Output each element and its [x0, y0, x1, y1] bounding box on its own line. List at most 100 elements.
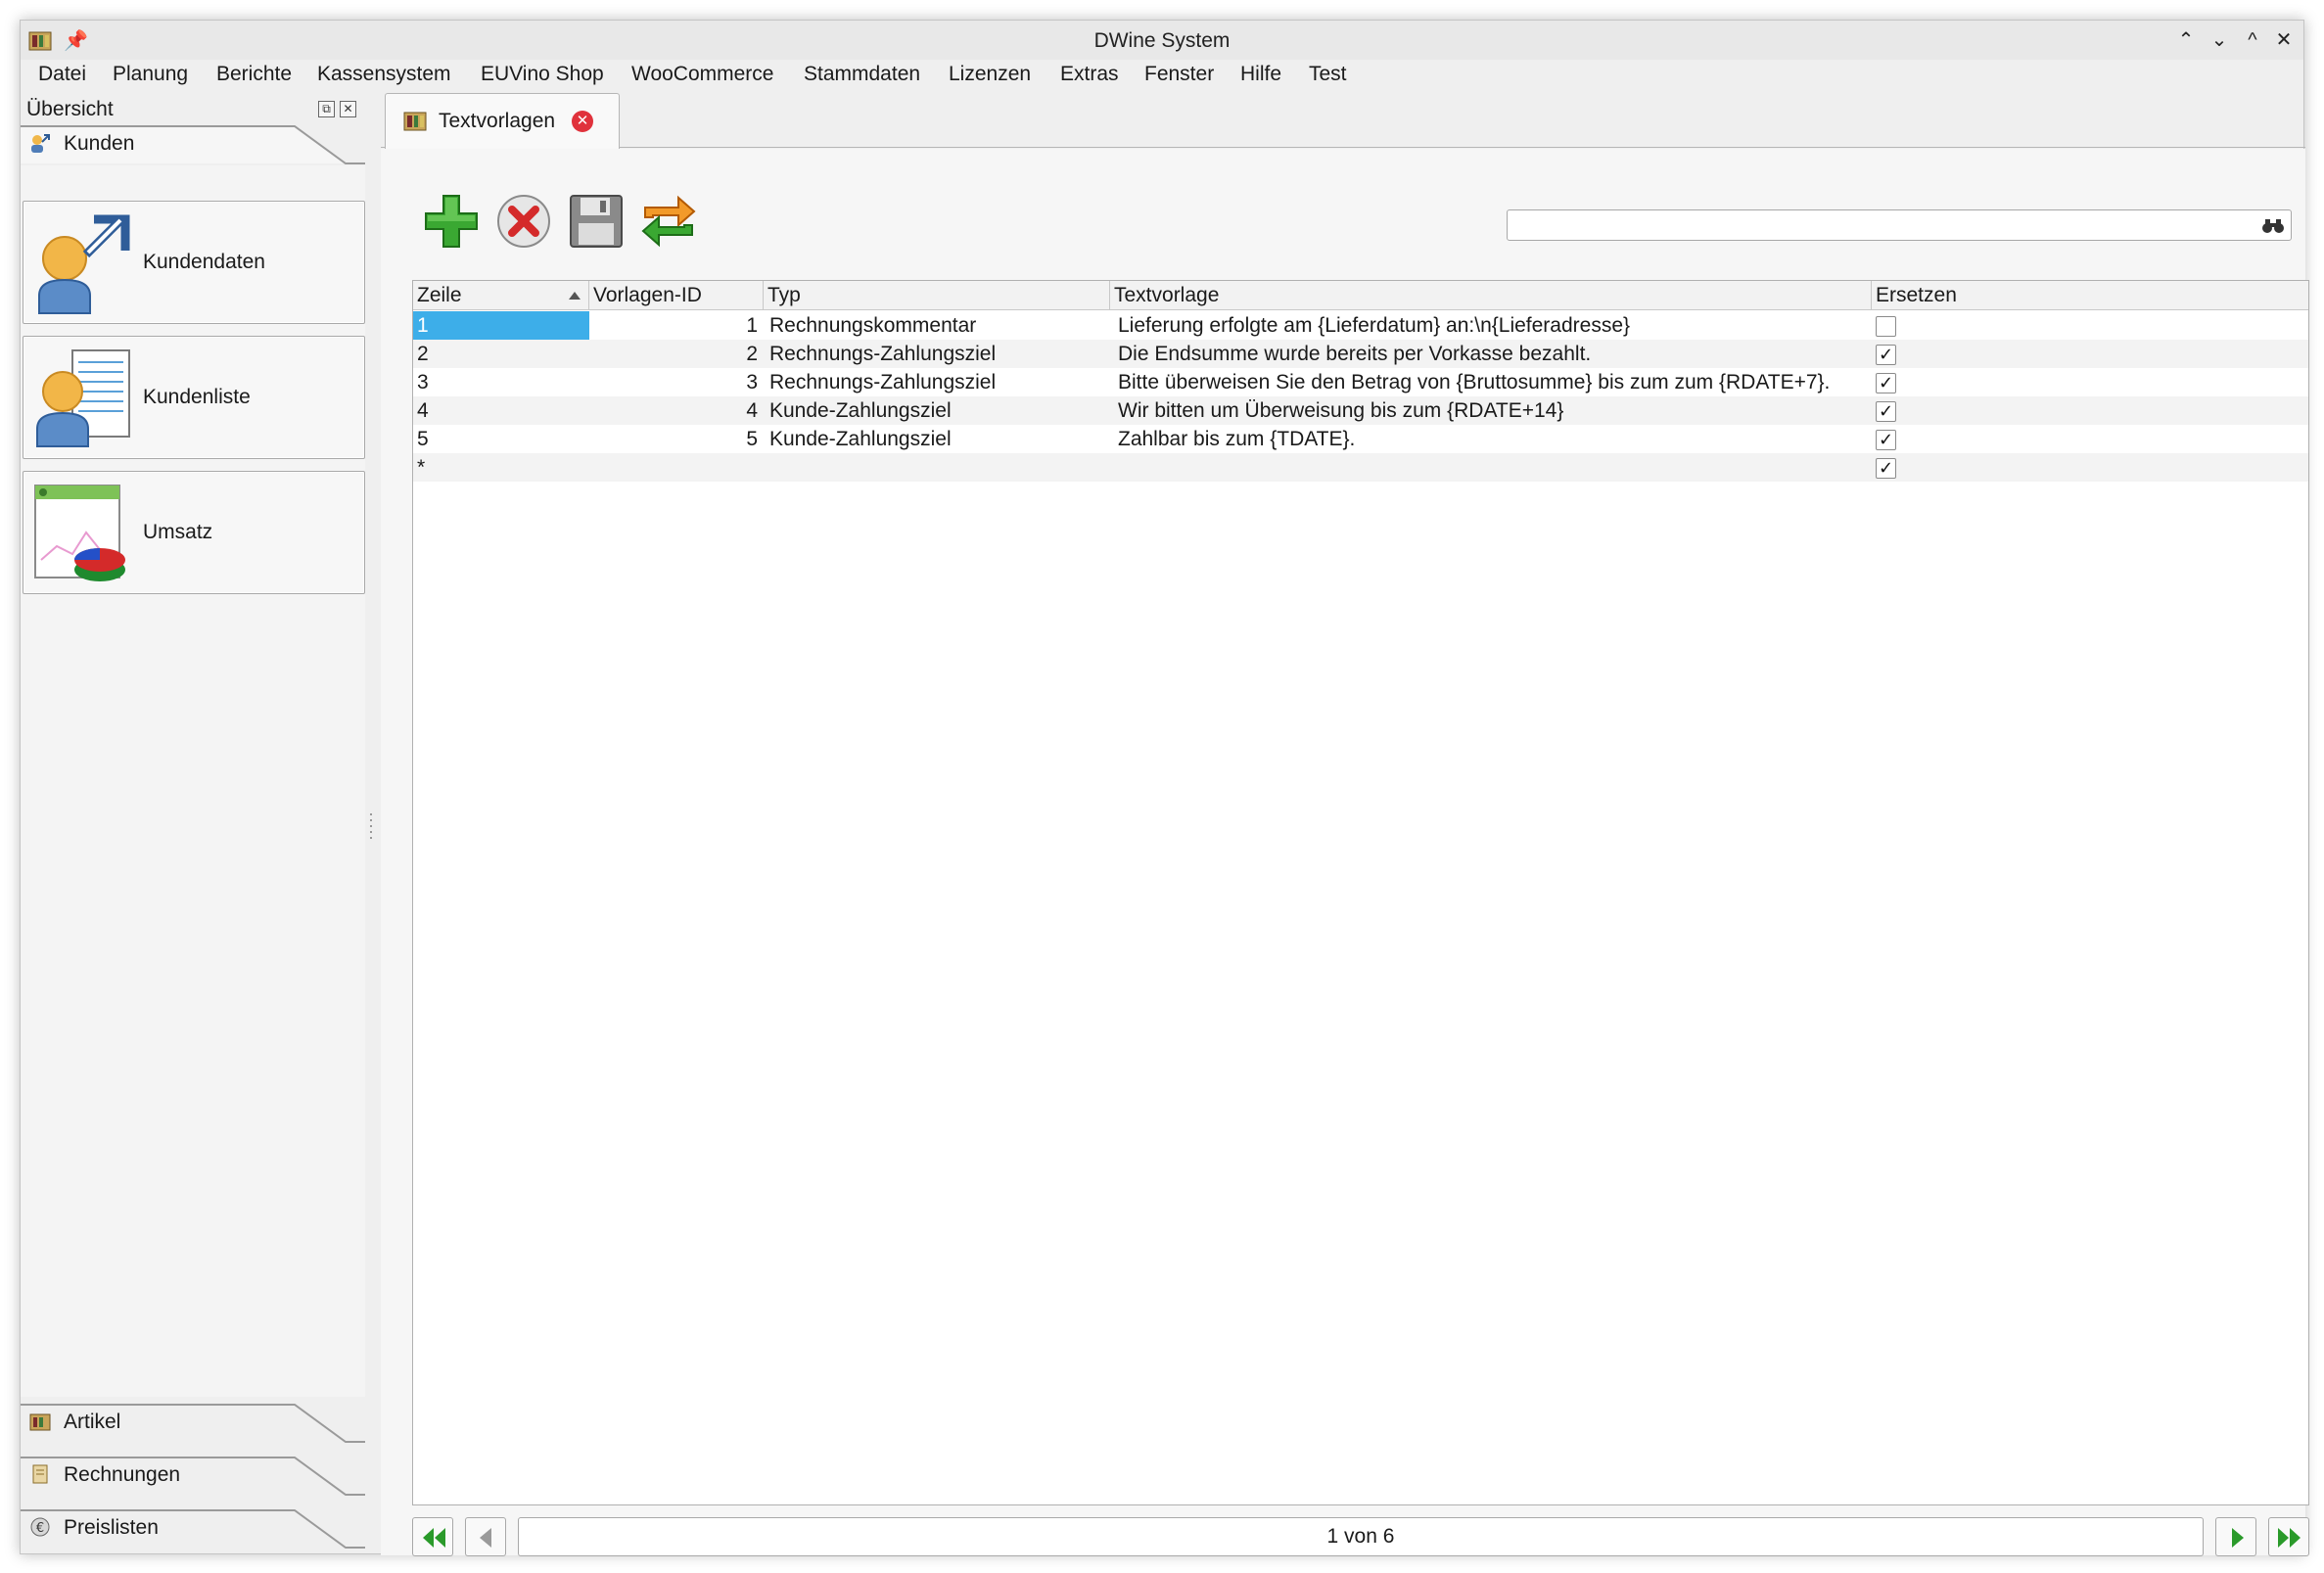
delete-icon[interactable]	[494, 192, 553, 251]
cell-zeile[interactable]: 4	[413, 396, 589, 425]
splitter-handle[interactable]	[369, 813, 373, 853]
cell-textvorlage[interactable]: Wir bitten um Überweisung bis zum {RDATE…	[1114, 396, 1872, 425]
ersetzen-checkbox[interactable]: ✓	[1876, 345, 1896, 365]
column-header-ersetzen[interactable]: Ersetzen	[1872, 281, 2308, 310]
menu-berichte[interactable]: Berichte	[216, 63, 292, 86]
first-page-button[interactable]	[412, 1517, 453, 1556]
invoices-icon	[32, 1464, 48, 1484]
document-tab-bar: Textvorlagen ✕	[381, 93, 2305, 149]
cell-typ[interactable]: Rechnungskommentar	[766, 311, 1110, 340]
cell-textvorlage[interactable]: Die Endsumme wurde bereits per Vorkasse …	[1114, 340, 1872, 368]
menu-hilfe[interactable]: Hilfe	[1240, 63, 1281, 86]
cell-textvorlage[interactable]: Lieferung erfolgte am {Lieferdatum} an:\…	[1114, 311, 1872, 340]
menu-planung[interactable]: Planung	[113, 63, 188, 86]
cell-textvorlage[interactable]	[1114, 453, 1872, 482]
menu-datei[interactable]: Datei	[38, 63, 86, 86]
menu-fenster[interactable]: Fenster	[1144, 63, 1214, 86]
overview-panel-header: Übersicht ⧉ ✕	[21, 95, 365, 124]
search-input[interactable]	[1513, 212, 2257, 238]
minimize-button[interactable]: ⌄	[2206, 26, 2233, 54]
ersetzen-checkbox[interactable]: ✓	[1876, 458, 1896, 479]
title-bar: 📌 DWine System ⌃ ⌄ ^ ✕	[21, 21, 2303, 60]
previous-page-button[interactable]	[465, 1517, 506, 1556]
cell-typ[interactable]: Kunde-Zahlungsziel	[766, 425, 1110, 453]
cell-zeile[interactable]: *	[413, 453, 589, 482]
card-kundenliste[interactable]: Kundenliste	[23, 336, 365, 459]
card-kundendaten[interactable]: Kundendaten	[23, 201, 365, 324]
table-row[interactable]: 5 5 Kunde-Zahlungsziel Zahlbar bis zum {…	[413, 425, 2308, 453]
section-label-preislisten: Preislisten	[64, 1516, 159, 1539]
close-panel-icon[interactable]: ✕	[340, 101, 356, 117]
cell-textvorlage[interactable]: Bitte überweisen Sie den Betrag von {Bru…	[1114, 368, 1872, 396]
ersetzen-checkbox[interactable]: ✓	[1876, 373, 1896, 393]
cell-vorlagen-id[interactable]: 4	[589, 396, 764, 425]
binoculars-icon[interactable]	[2261, 215, 2285, 235]
section-label-rechnungen: Rechnungen	[64, 1463, 181, 1486]
tab-textvorlagen[interactable]: Textvorlagen ✕	[385, 93, 620, 149]
cell-vorlagen-id[interactable]: 2	[589, 340, 764, 368]
add-icon[interactable]	[422, 192, 481, 251]
menu-stammdaten[interactable]: Stammdaten	[804, 63, 920, 86]
next-page-button[interactable]	[2215, 1517, 2256, 1556]
customer-arrow-icon	[38, 214, 130, 314]
column-header-textvorlage[interactable]: Textvorlage	[1110, 281, 1872, 310]
pager: 1 von 6	[412, 1517, 2309, 1556]
cell-vorlagen-id[interactable]: 3	[589, 368, 764, 396]
ersetzen-checkbox[interactable]: ✓	[1876, 430, 1896, 450]
previous-page-icon	[480, 1528, 491, 1548]
cell-typ[interactable]: Kunde-Zahlungsziel	[766, 396, 1110, 425]
maximize-button[interactable]: ^	[2239, 26, 2266, 54]
textvorlagen-content: Zeile Vorlagen-ID Typ Textvorlage Ersetz…	[381, 149, 2309, 1556]
menu-euvino-shop[interactable]: EUVino Shop	[481, 63, 604, 86]
next-page-icon	[2232, 1528, 2244, 1548]
textvorlagen-table: Zeile Vorlagen-ID Typ Textvorlage Ersetz…	[412, 280, 2309, 1505]
float-panel-icon[interactable]: ⧉	[318, 101, 335, 117]
menu-extras[interactable]: Extras	[1060, 63, 1119, 86]
articles-icon	[29, 1413, 51, 1431]
cell-zeile[interactable]: 1	[413, 311, 589, 340]
card-umsatz[interactable]: Umsatz	[23, 471, 365, 594]
section-tab-rechnungen[interactable]: Rechnungen	[21, 1456, 365, 1496]
column-header-zeile[interactable]: Zeile	[413, 281, 589, 310]
cell-typ[interactable]	[766, 453, 1110, 482]
table-row[interactable]: 3 3 Rechnungs-Zahlungsziel Bitte überwei…	[413, 368, 2308, 396]
last-page-button[interactable]	[2268, 1517, 2309, 1556]
app-window: 📌 DWine System ⌃ ⌄ ^ ✕ Datei Planung Ber…	[20, 20, 2309, 1556]
cell-zeile[interactable]: 3	[413, 368, 589, 396]
cell-textvorlage[interactable]: Zahlbar bis zum {TDATE}.	[1114, 425, 1872, 453]
cell-vorlagen-id[interactable]: 5	[589, 425, 764, 453]
cell-typ[interactable]: Rechnungs-Zahlungsziel	[766, 340, 1110, 368]
cell-zeile[interactable]: 2	[413, 340, 589, 368]
column-header-typ[interactable]: Typ	[764, 281, 1110, 310]
menu-test[interactable]: Test	[1309, 63, 1347, 86]
card-label-umsatz: Umsatz	[143, 521, 213, 543]
menu-kassensystem[interactable]: Kassensystem	[317, 63, 451, 86]
table-row[interactable]: 4 4 Kunde-Zahlungsziel Wir bitten um Übe…	[413, 396, 2308, 425]
section-tab-preislisten[interactable]: € Preislisten	[21, 1508, 365, 1549]
close-window-button[interactable]: ✕	[2270, 26, 2298, 54]
keep-above-button[interactable]: ⌃	[2172, 26, 2200, 54]
section-tab-artikel[interactable]: Artikel	[21, 1403, 365, 1443]
close-tab-icon[interactable]: ✕	[572, 111, 593, 132]
column-header-vorlagen-id[interactable]: Vorlagen-ID	[589, 281, 764, 310]
save-icon[interactable]	[567, 192, 626, 251]
menu-woocommerce[interactable]: WooCommerce	[631, 63, 773, 86]
card-label-kundendaten: Kundendaten	[143, 251, 265, 273]
pricelist-icon: €	[30, 1517, 50, 1537]
table-row[interactable]: 2 2 Rechnungs-Zahlungsziel Die Endsumme …	[413, 340, 2308, 368]
search-field[interactable]	[1507, 209, 2292, 241]
ersetzen-checkbox[interactable]	[1876, 316, 1896, 337]
refresh-icon[interactable]	[639, 192, 698, 251]
cell-zeile[interactable]: 5	[413, 425, 589, 453]
cell-typ[interactable]: Rechnungs-Zahlungsziel	[766, 368, 1110, 396]
section-tab-kunden[interactable]: Kunden	[21, 124, 365, 164]
cell-vorlagen-id[interactable]	[589, 453, 764, 482]
table-row[interactable]: 1 1 Rechnungskommentar Lieferung erfolgt…	[413, 311, 2308, 340]
table-row-new[interactable]: * ✓	[413, 453, 2308, 482]
ersetzen-checkbox[interactable]: ✓	[1876, 401, 1896, 422]
customer-list-icon	[36, 349, 130, 447]
svg-text:€: €	[36, 1521, 44, 1536]
cell-vorlagen-id[interactable]: 1	[589, 311, 764, 340]
menu-lizenzen[interactable]: Lizenzen	[949, 63, 1031, 86]
tab-label: Textvorlagen	[439, 110, 556, 132]
